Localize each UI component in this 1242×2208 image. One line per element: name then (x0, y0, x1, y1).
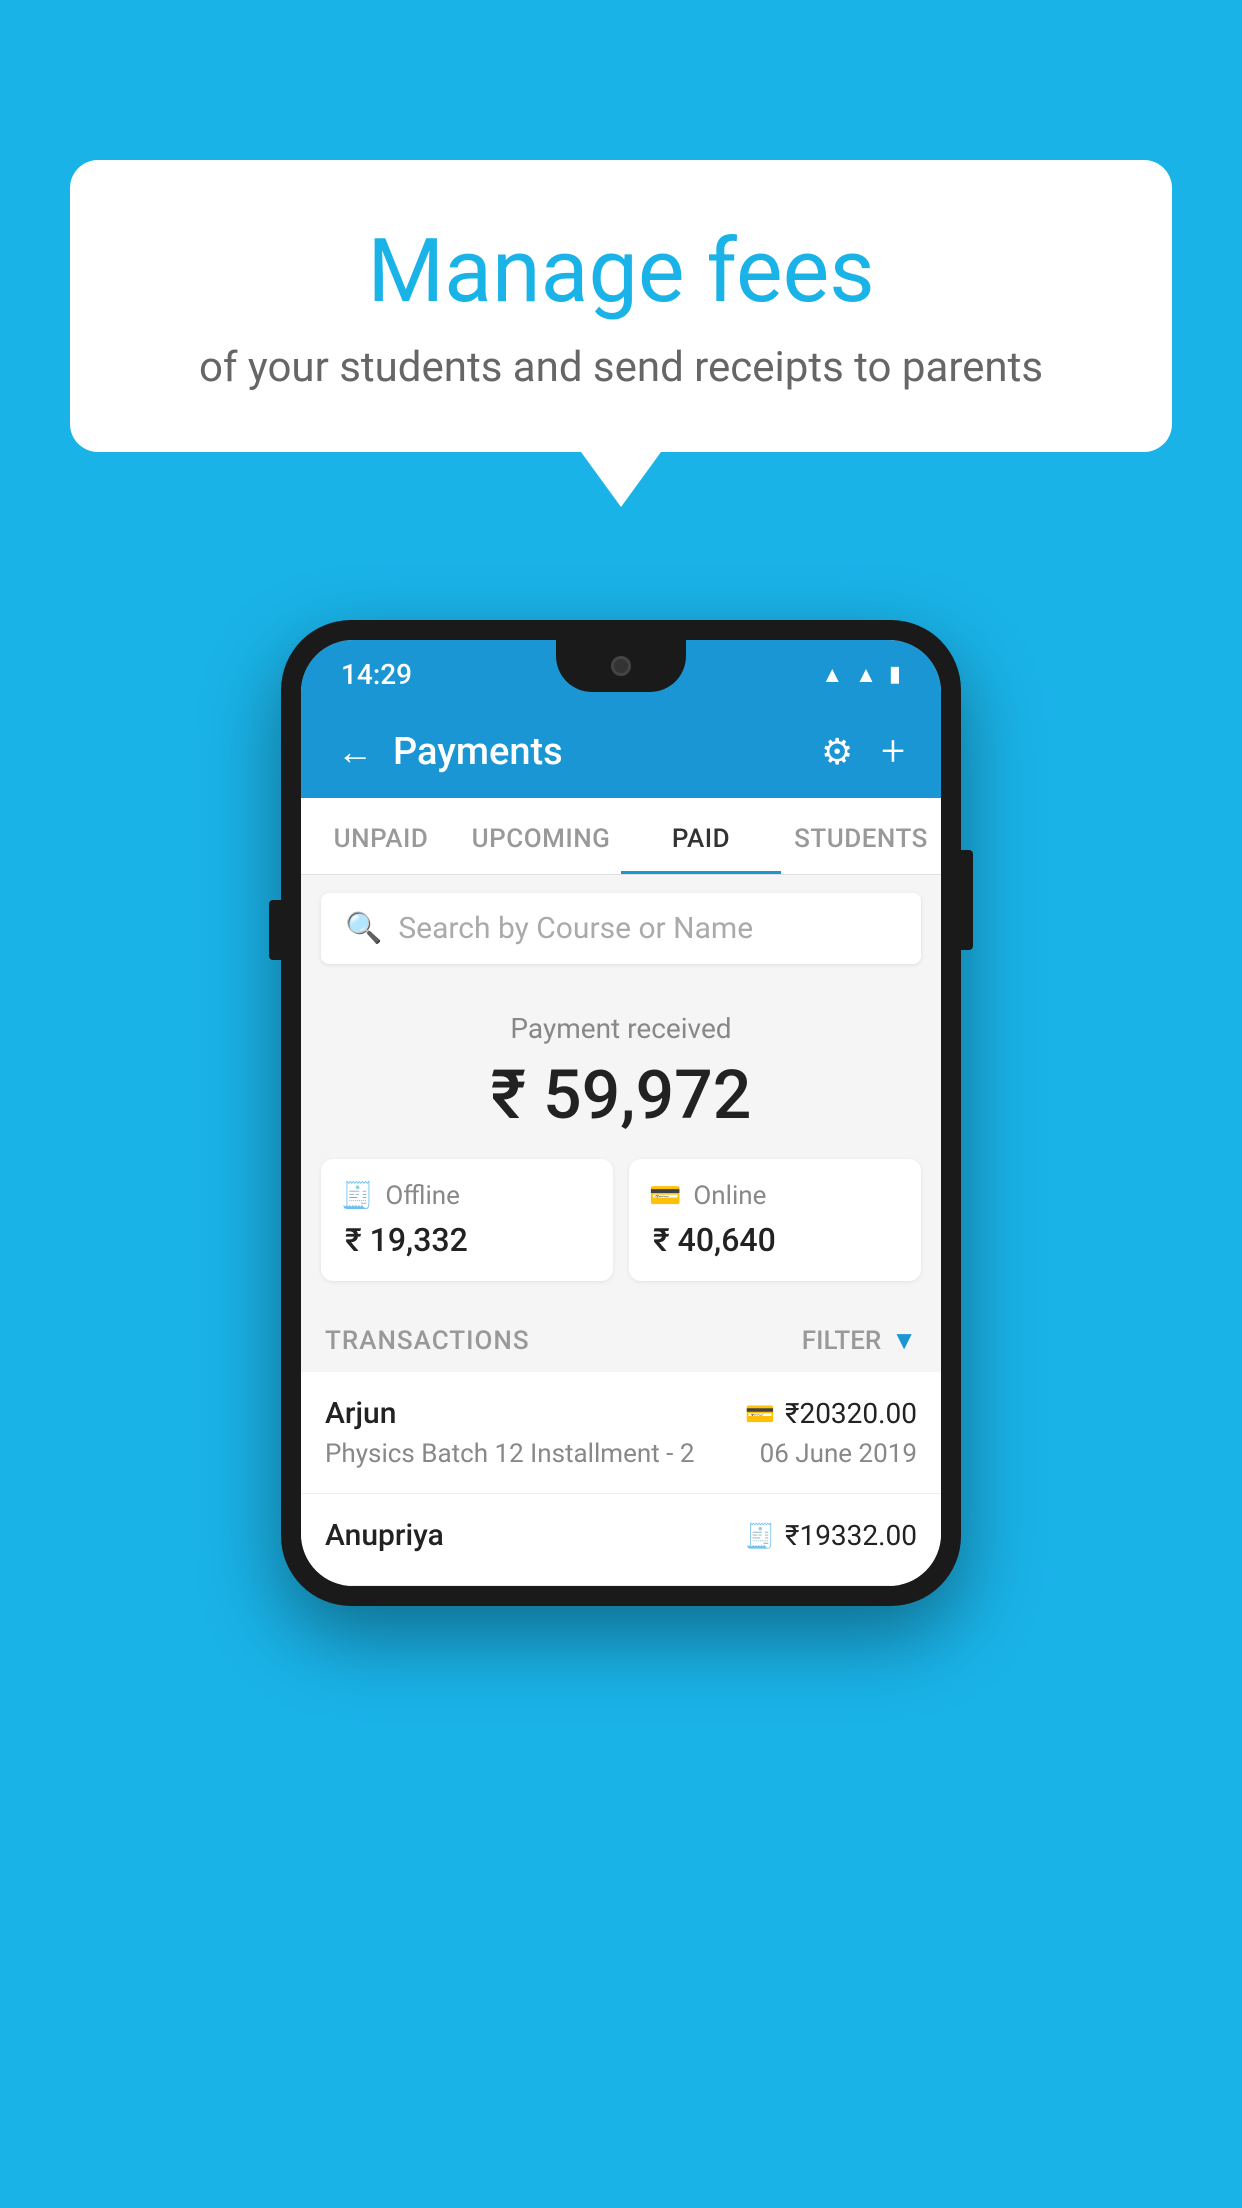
transaction-amount-wrapper: 💳 ₹20320.00 (745, 1397, 917, 1430)
payment-cards: 🧾 Offline ₹ 19,332 💳 Online ₹ 40,640 (321, 1159, 921, 1281)
phone: 14:29 ▲ ▲ ▮ ← Payments ⚙ (281, 620, 961, 1606)
search-input[interactable]: Search by Course or Name (398, 911, 753, 946)
filter-label: FILTER (802, 1326, 881, 1356)
online-label: Online (693, 1181, 766, 1211)
app-bar: ← Payments ⚙ + (301, 705, 941, 798)
search-bar[interactable]: 🔍 Search by Course or Name (321, 893, 921, 964)
notch (556, 640, 686, 692)
table-row[interactable]: Arjun 💳 ₹20320.00 Physics Batch 12 Insta… (301, 1372, 941, 1494)
camera (611, 656, 631, 676)
transaction-date: 06 June 2019 (760, 1439, 917, 1469)
offline-card: 🧾 Offline ₹ 19,332 (321, 1159, 613, 1281)
online-card: 💳 Online ₹ 40,640 (629, 1159, 921, 1281)
transaction-amount: ₹19332.00 (785, 1519, 917, 1552)
phone-screen: 14:29 ▲ ▲ ▮ ← Payments ⚙ (301, 640, 941, 1586)
payment-total-amount: ₹ 59,972 (321, 1055, 921, 1135)
tab-students[interactable]: STUDENTS (781, 798, 941, 874)
signal-icon: ▲ (855, 662, 877, 688)
offline-label: Offline (385, 1181, 460, 1211)
search-icon: 🔍 (345, 911, 382, 946)
cash-icon: 🧾 (745, 1522, 775, 1550)
status-time: 14:29 (341, 658, 412, 691)
offline-card-header: 🧾 Offline (341, 1181, 593, 1211)
speech-bubble: Manage fees of your students and send re… (70, 160, 1172, 452)
tab-unpaid[interactable]: UNPAID (301, 798, 461, 874)
transaction-list: Arjun 💳 ₹20320.00 Physics Batch 12 Insta… (301, 1372, 941, 1586)
tab-bar: UNPAID UPCOMING PAID STUDENTS (301, 798, 941, 875)
online-card-header: 💳 Online (649, 1181, 901, 1211)
transaction-row2: Physics Batch 12 Installment - 2 06 June… (325, 1439, 917, 1469)
back-button[interactable]: ← (337, 731, 373, 773)
filter-button[interactable]: FILTER ▼ (802, 1325, 917, 1356)
speech-bubble-arrow (581, 452, 661, 507)
status-icons: ▲ ▲ ▮ (821, 662, 901, 688)
speech-bubble-title: Manage fees (130, 220, 1112, 323)
online-amount: ₹ 40,640 (649, 1221, 901, 1259)
phone-body: 14:29 ▲ ▲ ▮ ← Payments ⚙ (281, 620, 961, 1606)
battery-icon: ▮ (889, 662, 901, 687)
online-icon: 💳 (649, 1181, 681, 1211)
search-bar-wrapper: 🔍 Search by Course or Name (301, 875, 941, 982)
app-bar-right: ⚙ + (821, 727, 905, 776)
transaction-desc: Physics Batch 12 Installment - 2 (325, 1439, 694, 1469)
transactions-header: TRANSACTIONS FILTER ▼ (301, 1305, 941, 1372)
offline-amount: ₹ 19,332 (341, 1221, 593, 1259)
add-button[interactable]: + (881, 727, 905, 776)
payment-summary: Payment received ₹ 59,972 🧾 Offline ₹ 19… (301, 982, 941, 1305)
offline-icon: 🧾 (341, 1181, 373, 1211)
transaction-amount: ₹20320.00 (785, 1397, 917, 1430)
app-bar-title: Payments (393, 730, 563, 774)
wifi-icon: ▲ (821, 662, 843, 688)
app-bar-left: ← Payments (337, 730, 563, 774)
card-icon: 💳 (745, 1400, 775, 1428)
tab-upcoming[interactable]: UPCOMING (461, 798, 621, 874)
transaction-name: Anupriya (325, 1518, 444, 1553)
tab-paid[interactable]: PAID (621, 798, 781, 874)
settings-button[interactable]: ⚙ (821, 731, 853, 773)
filter-icon: ▼ (891, 1325, 917, 1356)
table-row[interactable]: Anupriya 🧾 ₹19332.00 (301, 1494, 941, 1586)
speech-bubble-subtitle: of your students and send receipts to pa… (130, 343, 1112, 392)
speech-bubble-container: Manage fees of your students and send re… (70, 160, 1172, 507)
transactions-label: TRANSACTIONS (325, 1326, 530, 1356)
payment-received-label: Payment received (321, 1012, 921, 1045)
transaction-row1: Arjun 💳 ₹20320.00 (325, 1396, 917, 1431)
transaction-amount-wrapper: 🧾 ₹19332.00 (745, 1519, 917, 1552)
transaction-name: Arjun (325, 1396, 396, 1431)
transaction-row1: Anupriya 🧾 ₹19332.00 (325, 1518, 917, 1553)
